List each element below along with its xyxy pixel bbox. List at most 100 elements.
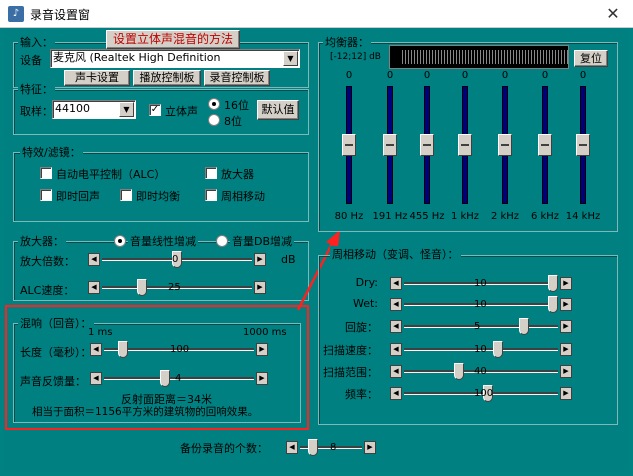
backup-count-value: 8 (330, 442, 337, 453)
chevron-down-icon[interactable]: ▼ (119, 102, 134, 117)
eq-display-tick (555, 50, 556, 64)
slider-thumb[interactable] (118, 341, 128, 358)
playback-control-button[interactable]: 播放控制板 (133, 70, 201, 86)
eq-display-tick (549, 50, 550, 64)
slider-thumb[interactable] (548, 275, 558, 292)
amplifier-checkbox[interactable] (205, 167, 217, 179)
arrow-left-icon[interactable]: ◀ (90, 343, 102, 356)
arrow-right-icon[interactable]: ▶ (560, 320, 572, 333)
slider-thumb[interactable] (498, 134, 512, 156)
stereo-checkbox[interactable]: ✓ (149, 104, 161, 116)
slider-thumb[interactable] (493, 341, 504, 358)
eq-label: 即时均衡 (136, 190, 180, 203)
phase-shift-group-label: 周相移动（变调、怪音）： (330, 246, 461, 262)
arrow-right-icon[interactable]: ▶ (256, 372, 268, 385)
eq-display-tick (456, 50, 457, 64)
eq-band-slider[interactable]: 06 kHz (531, 70, 559, 222)
eq-display-tick (429, 50, 430, 64)
slider-thumb[interactable] (307, 439, 318, 456)
close-icon[interactable]: ✕ (598, 2, 628, 26)
eq-band-slider[interactable]: 0 80 Hz (335, 70, 364, 222)
arrow-left-icon[interactable]: ◀ (390, 387, 402, 400)
arrow-left-icon[interactable]: ◀ (390, 365, 402, 378)
eq-band-value: 0 (541, 70, 549, 81)
phase-row-slider[interactable]: ◀ 10 ▶ (390, 296, 572, 313)
slider-thumb[interactable] (160, 370, 170, 387)
stereo-mix-button[interactable]: 设置立体声混音的方法 (106, 30, 240, 49)
bit8-label: 8位 (224, 115, 242, 128)
slider-thumb[interactable] (342, 134, 356, 156)
reverb-length-label: 长度（毫秒）： (20, 346, 92, 359)
eq-display-tick (450, 50, 451, 64)
arrow-left-icon[interactable]: ◀ (88, 253, 100, 266)
phase-row-label: 回旋： (345, 321, 378, 334)
phase-row-slider[interactable]: ◀ 100 ▶ (390, 385, 572, 402)
arrow-left-icon[interactable]: ◀ (286, 441, 298, 454)
bit8-radio[interactable] (208, 114, 220, 126)
phase-row-slider[interactable]: ◀ 10 ▶ (390, 275, 572, 292)
eq-checkbox[interactable] (120, 189, 132, 201)
echo-checkbox[interactable] (40, 189, 52, 201)
soundcard-settings-button[interactable]: 声卡设置 (64, 70, 130, 86)
arrow-left-icon[interactable]: ◀ (390, 320, 402, 333)
eq-display-tick (444, 50, 445, 64)
eq-band-value: 0 (461, 70, 469, 81)
eq-band-value: 0 (579, 70, 587, 81)
eq-band-slider[interactable]: 0 14 kHz (566, 70, 600, 222)
arrow-left-icon[interactable]: ◀ (390, 277, 402, 290)
phase-row-slider[interactable]: ◀ 10 ▶ (390, 341, 572, 358)
arrow-right-icon[interactable]: ▶ (560, 365, 572, 378)
equalizer-reset-button[interactable]: 复位 (574, 50, 608, 67)
eq-display-tick (561, 50, 562, 64)
slider-thumb[interactable] (137, 279, 147, 296)
eq-display-tick (411, 50, 412, 64)
alc-speed-slider[interactable]: ◀ 25 ▶ (88, 279, 266, 296)
eq-band-slider[interactable]: 02 kHz (491, 70, 519, 222)
phase-row-slider[interactable]: ◀ 40 ▶ (390, 363, 572, 380)
slider-thumb[interactable] (519, 318, 530, 335)
arrow-right-icon[interactable]: ▶ (364, 441, 376, 454)
slider-thumb[interactable] (538, 134, 552, 156)
arrow-right-icon[interactable]: ▶ (560, 277, 572, 290)
db-radio[interactable] (216, 235, 228, 247)
arrow-right-icon[interactable]: ▶ (560, 298, 572, 311)
slider-thumb[interactable] (383, 134, 397, 156)
slider-thumb[interactable] (548, 296, 558, 313)
arrow-right-icon[interactable]: ▶ (256, 343, 268, 356)
sample-rate-select[interactable]: 44100 ▼ (52, 100, 136, 119)
arrow-left-icon[interactable]: ◀ (88, 281, 100, 294)
linear-radio[interactable] (114, 235, 126, 247)
eq-band-slider[interactable]: 0 455 Hz (409, 70, 444, 222)
arrow-right-icon[interactable]: ▶ (254, 253, 266, 266)
amplifier-group-label: 放大器： (18, 233, 66, 249)
eq-display-tick (525, 50, 526, 64)
slider-thumb[interactable] (454, 363, 465, 380)
device-select[interactable]: 麦克风 (Realtek High Definition ▼ (50, 49, 300, 68)
eq-band-slider[interactable]: 01 kHz (451, 70, 479, 222)
arrow-right-icon[interactable]: ▶ (560, 387, 572, 400)
chevron-down-icon[interactable]: ▼ (283, 51, 298, 66)
reverb-feedback-slider[interactable]: ◀ 4 ▶ (90, 370, 268, 387)
eq-band-freq: 14 kHz (565, 211, 601, 222)
reverb-length-slider[interactable]: ◀ 100 ▶ (90, 341, 268, 358)
arrow-left-icon[interactable]: ◀ (390, 343, 402, 356)
gain-slider[interactable]: ◀ 0 ▶ (88, 251, 266, 268)
backup-count-slider[interactable]: ◀ 8 ▶ (286, 439, 376, 456)
bit16-radio[interactable] (208, 98, 220, 110)
slider-thumb[interactable] (420, 134, 434, 156)
eq-display-tick (558, 50, 559, 64)
eq-display-tick (513, 50, 514, 64)
slider-thumb[interactable] (576, 134, 590, 156)
eq-band-slider[interactable]: 0 191 Hz (372, 70, 407, 222)
agc-checkbox[interactable] (40, 167, 52, 179)
slider-thumb[interactable] (458, 134, 472, 156)
phase-checkbox[interactable] (205, 189, 217, 201)
default-button[interactable]: 默认值 (257, 100, 299, 120)
phase-row-value: 40 (474, 366, 487, 377)
arrow-left-icon[interactable]: ◀ (390, 298, 402, 311)
arrow-right-icon[interactable]: ▶ (560, 343, 572, 356)
phase-row-slider[interactable]: ◀ 5 ▶ (390, 318, 572, 335)
record-control-button[interactable]: 录音控制板 (204, 70, 270, 86)
arrow-left-icon[interactable]: ◀ (90, 372, 102, 385)
arrow-right-icon[interactable]: ▶ (254, 281, 266, 294)
